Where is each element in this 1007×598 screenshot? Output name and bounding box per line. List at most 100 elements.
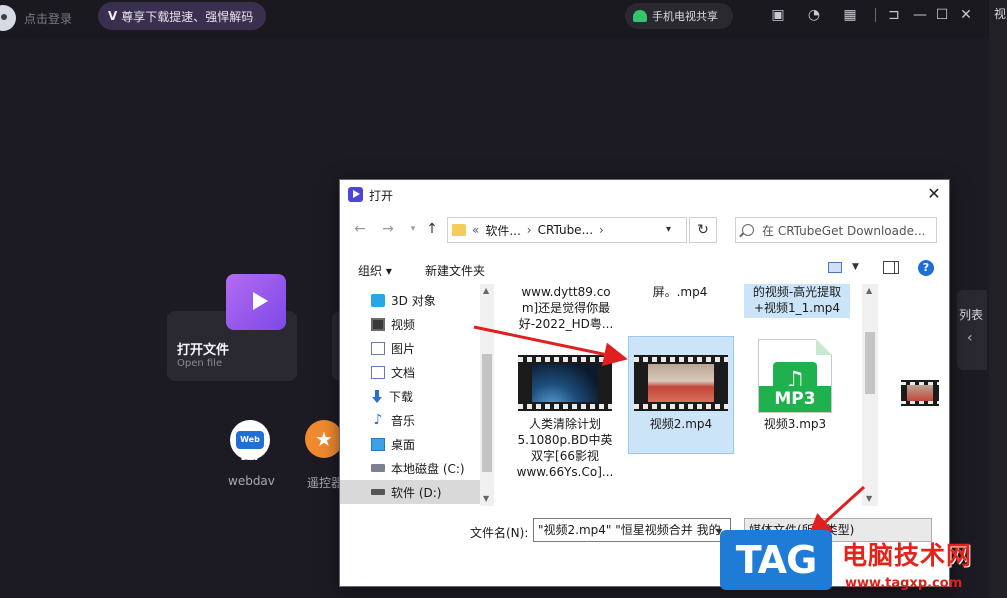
nav-item-drive-d[interactable]: 软件 (D:): [340, 480, 480, 504]
preview-pane-icon[interactable]: [883, 261, 899, 274]
nav-item-label: 文档: [391, 365, 416, 380]
nav-item-documents[interactable]: 文档: [340, 360, 480, 384]
webdav-icon[interactable]: Web DAV: [230, 420, 270, 462]
navigation-scrollbar[interactable]: ▲ ▼: [480, 284, 494, 506]
nav-item-label: 音乐: [391, 413, 416, 428]
open-file-subtitle: Open file: [177, 358, 223, 369]
organize-menu[interactable]: 组织 ▾: [358, 262, 392, 279]
maximize-icon[interactable]: ☐: [934, 7, 950, 23]
preview-thumbnail: [901, 380, 939, 406]
forward-arrow-icon[interactable]: →: [379, 220, 397, 238]
nav-item-music[interactable]: ♪ 音乐: [340, 408, 480, 432]
android-icon: [633, 10, 647, 22]
nav-item-drive-c[interactable]: 本地磁盘 (C:): [340, 456, 480, 480]
dialog-close-icon[interactable]: ✕: [925, 184, 943, 204]
file-list: www.dytt89.co m]还是觉得你最 好-2022_HD粤... 屏。.…: [494, 284, 862, 506]
view-mode-icon[interactable]: [828, 262, 842, 273]
navigation-pane: 3D 对象 视频 图片 文档 下载 ♪ 音乐 桌面 本地磁盘 (C:) 软件 (D…: [340, 284, 494, 506]
pictures-icon: [371, 341, 385, 355]
music-icon: ♪: [373, 411, 383, 428]
help-icon[interactable]: ?: [918, 260, 934, 276]
drive-d-icon: [371, 489, 385, 495]
back-arrow-icon[interactable]: ←: [351, 220, 369, 238]
minimize-icon[interactable]: —: [912, 7, 928, 23]
open-file-dialog: 打开 ✕ ← → ▾ ↑ « 软件... › CRTube... › ▾ ↻ 在…: [340, 180, 949, 586]
vip-promo-button[interactable]: V 尊享下载提速、强悍解码: [98, 2, 266, 30]
right-edge-strip: 视: [989, 0, 1007, 598]
toolbar-divider: [875, 8, 876, 22]
chevron-right-icon[interactable]: ›: [527, 223, 532, 237]
open-file-title: 打开文件: [177, 343, 230, 358]
close-icon[interactable]: ✕: [958, 7, 974, 23]
login-link[interactable]: 点击登录: [24, 10, 72, 27]
video-thumbnail[interactable]: [634, 355, 728, 411]
address-bar[interactable]: « 软件... › CRTube... › ▾: [447, 217, 687, 243]
bell-icon[interactable]: ◔: [806, 7, 822, 23]
3d-objects-icon: [371, 293, 385, 307]
scroll-up-icon[interactable]: ▲: [866, 286, 872, 295]
videos-icon: [371, 317, 385, 331]
desktop-icon: [371, 437, 385, 451]
file-item-label[interactable]: 的视频-高光提取 +视频1_1.mp4: [744, 284, 850, 316]
address-overflow[interactable]: «: [472, 223, 479, 237]
recent-dropdown-icon[interactable]: ▾: [404, 220, 422, 238]
chevron-right-icon[interactable]: ›: [599, 223, 604, 237]
mini-mode-icon[interactable]: ⊐: [886, 7, 902, 23]
nav-item-pictures[interactable]: 图片: [340, 336, 480, 360]
search-icon: [742, 224, 754, 236]
file-item-label[interactable]: 人类清除计划 5.1080p.BD中英 双字[66影视 www.66Ys.Co]…: [508, 416, 622, 480]
scroll-up-icon[interactable]: ▲: [483, 286, 489, 295]
watermark-site-name: 电脑技术网: [842, 541, 973, 570]
video-thumbnail[interactable]: [518, 355, 612, 411]
playlist-tab[interactable]: 列表 ‹: [957, 290, 987, 370]
chevron-left-icon: ‹: [967, 330, 973, 346]
tag-logo: TAG: [720, 530, 832, 590]
nav-item-label: 3D 对象: [391, 293, 436, 308]
file-item-label[interactable]: www.dytt89.co m]还是觉得你最 好-2022_HD粤...: [510, 284, 622, 332]
up-arrow-icon[interactable]: ↑: [423, 220, 441, 238]
nav-item-label: 下载: [389, 389, 414, 404]
webdav-label: webdav: [228, 474, 275, 488]
address-segment-software[interactable]: 软件...: [485, 222, 520, 239]
scroll-down-icon[interactable]: ▼: [483, 494, 489, 503]
file-item-label[interactable]: 视频2.mp4: [628, 416, 734, 432]
view-dropdown-icon[interactable]: ▼: [852, 262, 859, 272]
open-file-icon: [226, 274, 286, 330]
grid-icon[interactable]: ▦: [842, 7, 858, 23]
documents-icon: [371, 365, 385, 379]
file-list-scrollbar[interactable]: ▲ ▼: [862, 284, 878, 506]
filename-label: 文件名(N):: [470, 526, 529, 540]
search-placeholder: 在 CRTubeGet Downloade...: [762, 223, 926, 238]
mp3-badge: MP3: [759, 386, 831, 412]
vip-badge-icon: V: [108, 9, 118, 23]
watermark-url: www.tagxp.com: [845, 576, 963, 591]
file-item-label[interactable]: 屏。.mp4: [624, 284, 736, 300]
address-segment-crtube[interactable]: CRTube...: [538, 223, 593, 237]
scrollbar-thumb[interactable]: [865, 332, 875, 394]
nav-item-label: 视频: [391, 317, 416, 332]
nav-item-3d-objects[interactable]: 3D 对象: [340, 288, 480, 312]
filename-input[interactable]: "视频2.mp4" "恒星视频合并 我的: [533, 518, 731, 542]
nav-item-desktop[interactable]: 桌面: [340, 432, 480, 456]
nav-item-label: 软件 (D:): [391, 485, 442, 500]
remote-control-icon[interactable]: ★: [305, 420, 343, 458]
search-box[interactable]: 在 CRTubeGet Downloade...: [735, 217, 937, 243]
refresh-icon[interactable]: ↻: [689, 217, 717, 243]
nav-item-label: 本地磁盘 (C:): [391, 461, 465, 476]
scrollbar-thumb[interactable]: [482, 354, 492, 472]
address-dropdown-icon[interactable]: ▾: [666, 224, 671, 235]
new-folder-button[interactable]: 新建文件夹: [425, 262, 485, 279]
app-icon: [348, 187, 363, 202]
tv-share-button[interactable]: 手机电视共享: [625, 3, 733, 29]
gift-icon[interactable]: ▣: [770, 7, 786, 23]
nav-item-downloads[interactable]: 下载: [340, 384, 480, 408]
folder-icon: [452, 224, 466, 236]
vip-promo-text: 尊享下载提速、强悍解码: [121, 9, 254, 24]
scroll-down-icon[interactable]: ▼: [866, 494, 872, 503]
remote-control-label: 遥控器: [307, 476, 344, 490]
tv-share-label: 手机电视共享: [652, 10, 718, 23]
nav-item-label: 图片: [391, 341, 416, 356]
nav-item-videos[interactable]: 视频: [340, 312, 480, 336]
file-item-label[interactable]: 视频3.mp3: [742, 416, 848, 432]
mp3-file-icon[interactable]: ♫ MP3: [758, 339, 832, 413]
